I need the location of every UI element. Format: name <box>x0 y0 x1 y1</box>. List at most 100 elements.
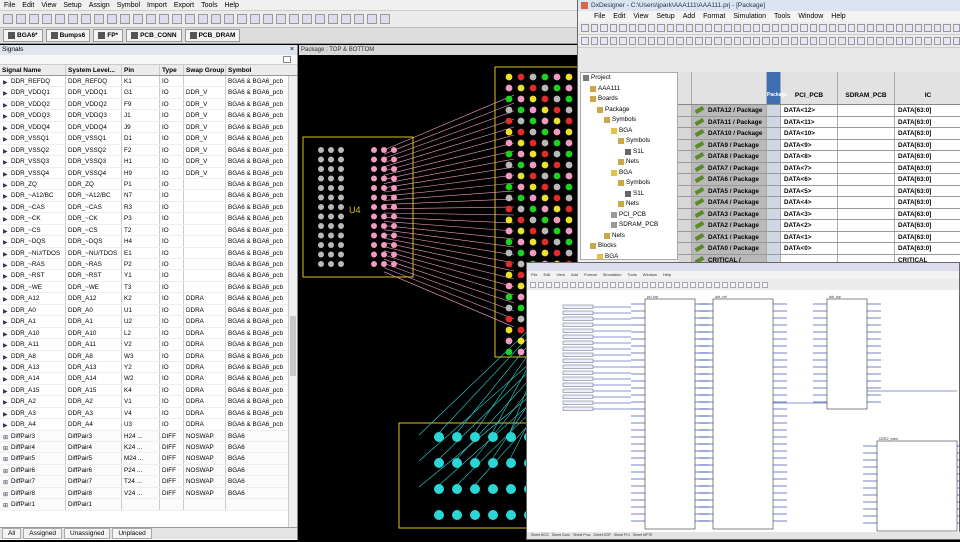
row-selector[interactable] <box>678 139 692 150</box>
toolbar-button[interactable] <box>581 37 589 45</box>
toolbar-button[interactable] <box>895 24 904 32</box>
tree-node[interactable]: BGA <box>581 252 677 259</box>
toolbar-button[interactable] <box>733 37 742 45</box>
toolbar-button[interactable] <box>29 14 39 24</box>
toolbar-button[interactable] <box>590 37 599 45</box>
row-selector[interactable] <box>678 197 692 208</box>
sch-menu-window[interactable]: Window <box>643 271 657 279</box>
toolbar-button[interactable] <box>722 281 728 288</box>
menu-item-assign[interactable]: Assign <box>89 2 110 9</box>
chevron-right-icon[interactable]: ▶ <box>3 330 8 338</box>
chevron-right-icon[interactable]: ▶ <box>3 421 8 429</box>
expand-icon[interactable]: ⊞ <box>3 467 8 475</box>
toolbar-button[interactable] <box>581 24 589 32</box>
grid-row[interactable]: DATA8 / Package DATA<8> DATA[63:0] <box>678 151 960 163</box>
toolbar-button[interactable] <box>642 281 648 288</box>
toolbar-button[interactable] <box>586 281 592 288</box>
dx-menu-tools[interactable]: Tools <box>774 13 790 20</box>
toolbar-button[interactable] <box>857 37 865 45</box>
toolbar-button[interactable] <box>704 24 713 32</box>
dx-menu-simulation[interactable]: Simulation <box>733 13 766 20</box>
toolbar-button[interactable] <box>828 24 837 32</box>
tree-node[interactable]: Symbols <box>581 178 677 189</box>
chevron-right-icon[interactable]: ▶ <box>3 215 8 223</box>
tree-node[interactable]: BGA <box>581 168 677 179</box>
row-selector[interactable] <box>678 220 692 231</box>
grid-row[interactable]: DATA12 / Package DATA<12> DATA[63:0] <box>678 105 960 117</box>
toolbar-button[interactable] <box>738 281 744 288</box>
toolbar-button[interactable] <box>933 37 942 45</box>
tree-node[interactable]: SDRAM_PCB <box>581 220 677 231</box>
chevron-right-icon[interactable]: ▶ <box>3 135 8 143</box>
row-selector[interactable] <box>678 105 692 116</box>
expand-icon[interactable]: ⊞ <box>3 433 8 441</box>
toolbar-button[interactable] <box>638 24 646 32</box>
menu-item-edit[interactable]: Edit <box>22 2 34 9</box>
table-row[interactable]: ▶ DDR_VDDQ1 DDR_VDDQ1 G1 IO DDR_V BGA6 & BGA6_… <box>0 87 297 99</box>
grid-row[interactable]: DATA4 / Package DATA<4> DATA[63:0] <box>678 197 960 209</box>
grid-row[interactable]: DATA3 / Package DATA<3> DATA[63:0] <box>678 208 960 220</box>
toolbar-button[interactable] <box>706 281 712 288</box>
column-header[interactable]: Pin <box>122 65 160 75</box>
grid-row[interactable]: DATA5 / Package DATA<5> DATA[63:0] <box>678 185 960 197</box>
tab-fp[interactable]: FP* <box>93 29 124 42</box>
table-row[interactable]: ▶ DDR_~WE DDR_~WE T3 IO BGA6 & BGA6_pcb <box>0 281 297 294</box>
table-row[interactable]: ⊞ DiffPair3 DiffPair3 H24 ... DIFF NOSWAP BGA6 <box>0 430 297 442</box>
chevron-right-icon[interactable]: ▶ <box>3 387 8 395</box>
toolbar-button[interactable] <box>159 14 169 24</box>
tree-node[interactable]: AAA111 <box>581 84 677 95</box>
toolbar-button[interactable] <box>658 281 664 288</box>
chevron-right-icon[interactable]: ▶ <box>3 238 8 246</box>
toolbar-button[interactable] <box>16 14 26 24</box>
row-selector[interactable] <box>678 151 692 162</box>
toolbar-button[interactable] <box>315 14 325 24</box>
toolbar-button[interactable] <box>55 14 65 24</box>
toolbar-button[interactable] <box>367 14 377 24</box>
chevron-right-icon[interactable]: ▶ <box>3 398 8 406</box>
grid-row[interactable]: DATA6 / Package DATA<6> DATA[63:0] <box>678 174 960 186</box>
toolbar-button[interactable] <box>276 14 286 24</box>
row-selector[interactable] <box>678 231 692 242</box>
toolbar-button[interactable] <box>685 37 694 45</box>
column-header[interactable]: Type <box>160 65 184 75</box>
toolbar-button[interactable] <box>554 281 560 288</box>
toolbar-button[interactable] <box>546 281 552 288</box>
toolbar-button[interactable] <box>302 14 312 24</box>
toolbar-button[interactable] <box>562 281 568 288</box>
table-row[interactable]: ▶ DDR_A14 DDR_A14 W2 IO DDRA BGA6 & BGA6_pcb <box>0 373 297 385</box>
toolbar-button[interactable] <box>743 37 751 45</box>
toolbar-button[interactable] <box>819 24 827 32</box>
chevron-right-icon[interactable]: ▶ <box>3 204 8 212</box>
toolbar-button[interactable] <box>752 37 761 45</box>
column-header[interactable]: Swap Group <box>184 65 226 75</box>
grid-row[interactable]: DATA0 / Package DATA<0> DATA[63:0] <box>678 243 960 255</box>
sheet-tab[interactable]: Sheet MFTE <box>633 532 653 539</box>
grid-row[interactable]: DATA11 / Package DATA<11> DATA[63:0] <box>678 116 960 128</box>
chevron-right-icon[interactable]: ▶ <box>3 101 8 109</box>
toolbar-button[interactable] <box>628 37 637 45</box>
table-row[interactable]: ▶ DDR_~A12/BC DDR_~A12/BC N7 IO BGA6 & BGA6_p… <box>0 190 297 202</box>
toolbar-button[interactable] <box>146 14 156 24</box>
chevron-right-icon[interactable]: ▶ <box>3 295 8 303</box>
chevron-right-icon[interactable]: ▶ <box>3 78 8 86</box>
dx-menu-setup[interactable]: Setup <box>656 13 674 20</box>
menu-item-view[interactable]: View <box>41 2 56 9</box>
sheet-tab[interactable]: Sheet BCG <box>531 532 549 539</box>
toolbar-button[interactable] <box>838 37 846 45</box>
grid-row[interactable]: DATA7 / Package DATA<7> DATA[63:0] <box>678 162 960 174</box>
tree-node[interactable]: Project <box>581 73 677 84</box>
toolbar-button[interactable] <box>676 37 684 45</box>
table-row[interactable]: ⊞ DiffPair7 DiffPair7 T24 ... DIFF NOSWAP BGA6 <box>0 476 297 488</box>
expand-icon[interactable]: ⊞ <box>3 455 8 463</box>
table-row[interactable]: ▶ DDR_VDDQ4 DDR_VDDQ4 J9 IO DDR_V BGA6 & BGA6_… <box>0 121 297 134</box>
toolbar-button[interactable] <box>690 281 696 288</box>
toolbar-button[interactable] <box>263 14 273 24</box>
toolbar-button[interactable] <box>626 281 632 288</box>
toolbar-button[interactable] <box>341 14 351 24</box>
chevron-right-icon[interactable]: ▶ <box>3 227 8 235</box>
toolbar-button[interactable] <box>866 24 875 32</box>
toolbar-button[interactable] <box>682 281 688 288</box>
toolbar-button[interactable] <box>3 14 13 24</box>
sheet-tab[interactable]: Sheet DSP <box>594 532 611 539</box>
sch-menu-file[interactable]: File <box>531 271 537 279</box>
